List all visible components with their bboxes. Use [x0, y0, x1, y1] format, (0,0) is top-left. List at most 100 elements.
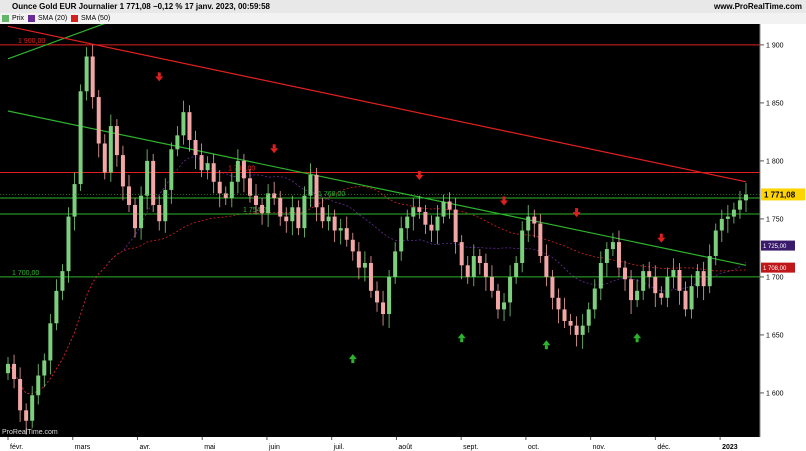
candle-body[interactable]	[713, 230, 718, 257]
candle-body[interactable]	[187, 112, 192, 141]
candle-body[interactable]	[114, 126, 119, 156]
candle-body[interactable]	[719, 218, 724, 231]
candle-body[interactable]	[586, 309, 591, 326]
candle-body[interactable]	[54, 290, 59, 324]
brand-link[interactable]: www.ProRealTime.com	[714, 0, 802, 13]
candle-body[interactable]	[695, 271, 700, 287]
candle-body[interactable]	[411, 207, 416, 217]
candle-body[interactable]	[381, 302, 386, 315]
candle-body[interactable]	[598, 262, 603, 289]
candle-body[interactable]	[653, 276, 658, 294]
candle-body[interactable]	[72, 184, 77, 217]
candle-body[interactable]	[562, 309, 567, 321]
candle-body[interactable]	[66, 216, 71, 272]
candle-body[interactable]	[423, 211, 428, 225]
candle-body[interactable]	[375, 290, 379, 303]
candle-body[interactable]	[320, 207, 325, 222]
candle-body[interactable]	[266, 193, 271, 214]
candle-body[interactable]	[647, 271, 652, 277]
candle-body[interactable]	[108, 126, 113, 173]
candle-body[interactable]	[701, 271, 706, 287]
candle-body[interactable]	[169, 149, 174, 190]
candle-body[interactable]	[405, 216, 410, 229]
candle-body[interactable]	[120, 155, 125, 187]
candle-body[interactable]	[290, 207, 295, 222]
candle-body[interactable]	[96, 97, 101, 144]
candle-body[interactable]	[429, 224, 434, 231]
candle-body[interactable]	[344, 228, 349, 240]
candle-body[interactable]	[689, 286, 694, 310]
candle-body[interactable]	[495, 290, 500, 310]
candle-body[interactable]	[211, 163, 216, 182]
candle-body[interactable]	[526, 216, 531, 231]
candle-body[interactable]	[489, 276, 494, 291]
candle-body[interactable]	[514, 262, 519, 277]
candle-body[interactable]	[683, 290, 688, 310]
candle-body[interactable]	[471, 256, 476, 277]
candle-body[interactable]	[677, 269, 682, 291]
candle-body[interactable]	[368, 262, 373, 291]
candle-body[interactable]	[725, 216, 730, 219]
candle-body[interactable]	[6, 363, 10, 374]
candle-body[interactable]	[278, 198, 283, 217]
candle-body[interactable]	[78, 91, 83, 185]
candle-body[interactable]	[459, 242, 464, 266]
candle-body[interactable]	[175, 135, 180, 150]
candle-body[interactable]	[744, 194, 748, 201]
candle-body[interactable]	[477, 256, 482, 263]
plot-area[interactable]	[0, 24, 760, 437]
candle-body[interactable]	[254, 195, 259, 205]
candle-body[interactable]	[102, 143, 107, 173]
candle-body[interactable]	[665, 276, 670, 298]
candle-body[interactable]	[731, 209, 736, 217]
candle-body[interactable]	[580, 325, 585, 335]
candle-body[interactable]	[30, 395, 35, 421]
candle-body[interactable]	[465, 265, 470, 277]
candle-body[interactable]	[441, 201, 446, 217]
candle-body[interactable]	[314, 174, 319, 208]
candle-body[interactable]	[550, 276, 555, 298]
candle-body[interactable]	[502, 302, 507, 310]
candle-body[interactable]	[544, 256, 549, 277]
candle-body[interactable]	[623, 267, 628, 280]
candle-body[interactable]	[629, 279, 634, 301]
candle-body[interactable]	[84, 56, 89, 92]
candle-body[interactable]	[332, 216, 337, 231]
candle-body[interactable]	[272, 193, 277, 199]
price-axis[interactable]	[760, 24, 806, 437]
candle-body[interactable]	[659, 293, 664, 298]
candle-body[interactable]	[296, 207, 301, 229]
candle-body[interactable]	[139, 195, 144, 229]
candle-body[interactable]	[568, 320, 573, 326]
candle-body[interactable]	[556, 297, 561, 310]
candle-body[interactable]	[302, 195, 307, 229]
candle-body[interactable]	[362, 262, 367, 268]
candle-body[interactable]	[737, 200, 742, 210]
candle-body[interactable]	[247, 178, 252, 196]
candle-body[interactable]	[671, 269, 676, 277]
candle-body[interactable]	[453, 209, 458, 243]
candle-body[interactable]	[604, 249, 609, 263]
candle-body[interactable]	[483, 262, 488, 277]
candle-body[interactable]	[641, 271, 646, 291]
candle-body[interactable]	[308, 174, 313, 196]
candle-body[interactable]	[356, 251, 361, 268]
candle-body[interactable]	[350, 239, 355, 252]
candle-body[interactable]	[610, 242, 615, 250]
legend-item-sma20[interactable]: SMA (20)	[28, 13, 67, 24]
candle-body[interactable]	[157, 204, 162, 222]
candle-body[interactable]	[435, 216, 440, 231]
candle-body[interactable]	[338, 228, 343, 231]
candle-body[interactable]	[417, 207, 422, 212]
candle-body[interactable]	[217, 181, 222, 194]
candle-body[interactable]	[399, 228, 404, 252]
candle-body[interactable]	[260, 204, 265, 214]
candle-body[interactable]	[635, 290, 640, 301]
candle-body[interactable]	[223, 193, 228, 199]
candle-body[interactable]	[387, 276, 392, 315]
candle-body[interactable]	[145, 160, 150, 196]
candle-body[interactable]	[48, 323, 53, 361]
legend-item-price[interactable]: Prix	[2, 13, 24, 24]
candle-body[interactable]	[36, 375, 41, 396]
candle-body[interactable]	[60, 271, 65, 291]
